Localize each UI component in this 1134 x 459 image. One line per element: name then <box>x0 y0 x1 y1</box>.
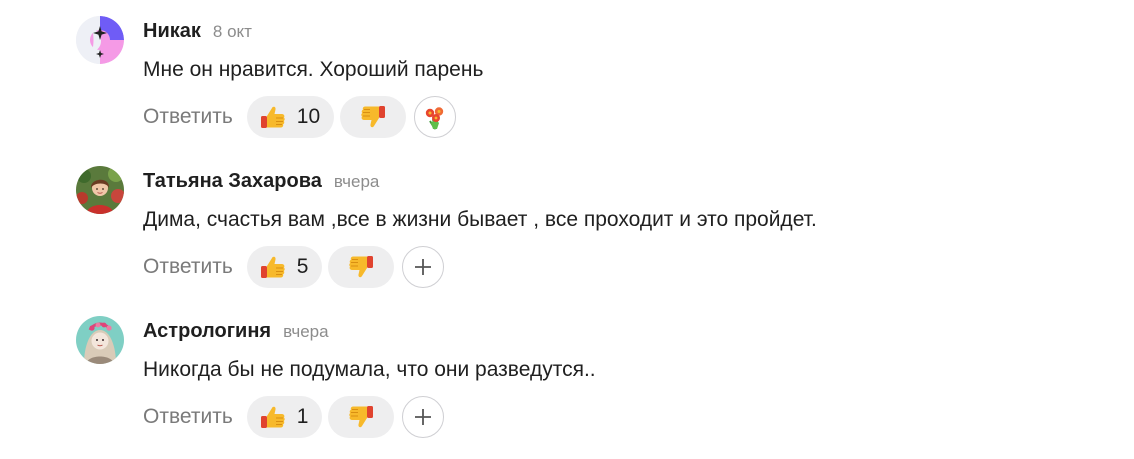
reaction-flowers-button[interactable] <box>414 96 457 138</box>
thumbs-up-icon <box>259 403 287 431</box>
reply-button[interactable]: Ответить <box>143 105 233 129</box>
author-name[interactable]: Татьяна Захарова <box>143 170 322 193</box>
comment-date: вчера <box>283 322 329 341</box>
comment-actions: Ответить 10 <box>143 96 457 138</box>
plus-icon <box>413 407 433 427</box>
like-count: 1 <box>296 405 309 428</box>
comment-text: Дима, счастья вам ,все в жизни бывает , … <box>143 208 817 231</box>
like-count: 10 <box>296 105 321 128</box>
comment-item: Никак 8 окт Мне он нравится. Хороший пар… <box>76 16 1076 156</box>
comment-item: Астрологиня вчера Никогда бы не подумала… <box>76 316 1076 456</box>
dislike-button[interactable] <box>328 396 395 438</box>
dislike-button[interactable] <box>340 96 407 138</box>
flowers-bouquet-icon <box>421 103 449 131</box>
thumbs-down-icon <box>347 253 375 281</box>
dislike-button[interactable] <box>328 246 395 288</box>
like-button[interactable]: 5 <box>246 246 323 288</box>
add-reaction-button[interactable] <box>402 246 445 288</box>
comment-item: Татьяна Захарова вчера Дима, счастья вам… <box>76 166 1076 306</box>
thumbs-down-icon <box>359 103 387 131</box>
comment-text: Мне он нравится. Хороший парень <box>143 58 484 81</box>
comment-date: вчера <box>333 172 380 191</box>
comment-actions: Ответить 1 <box>143 396 445 438</box>
thumbs-up-icon <box>259 103 287 131</box>
thumbs-down-icon <box>347 403 375 431</box>
avatar[interactable] <box>76 316 124 364</box>
add-reaction-button[interactable] <box>402 396 445 438</box>
like-count: 5 <box>296 255 309 278</box>
comment-text: Никогда бы не подумала, что они разведут… <box>143 358 596 381</box>
avatar[interactable] <box>76 166 124 214</box>
comment-date: 8 окт <box>212 22 252 41</box>
comment-actions: Ответить 5 <box>143 246 445 288</box>
like-button[interactable]: 1 <box>246 396 323 438</box>
avatar[interactable] <box>76 16 124 64</box>
reply-button[interactable]: Ответить <box>143 255 233 279</box>
plus-icon <box>413 257 433 277</box>
reply-button[interactable]: Ответить <box>143 405 233 429</box>
author-name[interactable]: Астрологиня <box>143 320 271 343</box>
thumbs-up-icon <box>259 253 287 281</box>
like-button[interactable]: 10 <box>246 96 335 138</box>
author-name[interactable]: Никак <box>143 20 201 43</box>
